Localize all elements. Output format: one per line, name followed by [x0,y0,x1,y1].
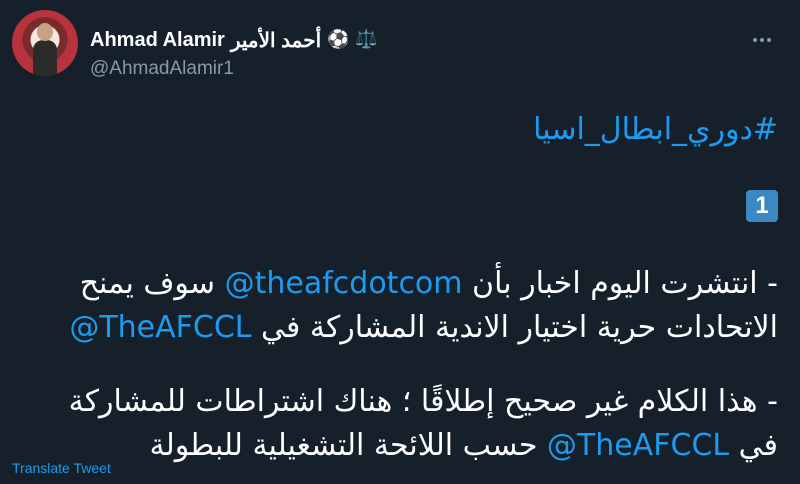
soccer-ball-icon: ⚽ [326,29,350,50]
display-name[interactable]: Ahmad Alamir [90,29,225,52]
text-segment: حسب اللائحة التشغيلية للبطولة [149,428,547,463]
mention-theafccl[interactable]: @TheAFCCL [69,310,251,345]
mention-theafccl[interactable]: @TheAFCCL [547,428,729,463]
number-one-badge: 1 [746,190,778,222]
user-handle[interactable]: @AhmadAlamir1 [90,58,234,80]
translate-tweet-link[interactable]: Translate Tweet [12,460,111,476]
tweet-paragraph-2-line-1: - هذا الكلام غير صحيح إطلاقًا ؛ هناك اشت… [68,384,778,419]
text-segment: سوف يمنح [79,266,225,301]
scales-icon: ⚖️ [354,29,378,50]
text-segment: - انتشرت اليوم اخبار بأن [462,266,778,301]
text-segment: الاتحادات حرية اختيار الاندية المشاركة ف… [251,310,778,345]
tweet-paragraph-1-line-2: الاتحادات حرية اختيار الاندية المشاركة ف… [18,306,778,350]
mention-theafcdotcom[interactable]: @theafcdotcom [225,266,463,301]
tweet-paragraph-1: - انتشرت اليوم اخبار بأن @theafcdotcom س… [18,262,778,350]
tweet-paragraph-2: - هذا الكلام غير صحيح إطلاقًا ؛ هناك اشت… [18,380,778,468]
hashtag-link[interactable]: #دوري_ابطال_اسيا [18,108,778,152]
avatar[interactable] [12,10,78,76]
display-name-arabic[interactable]: أحمد الأمير [231,28,321,53]
author-name-row[interactable]: Ahmad Alamir أحمد الأمير ⚽ ⚖️ [90,26,377,54]
tweet-paragraph-2-line-2: في @TheAFCCL حسب اللائحة التشغيلية للبطو… [18,424,778,468]
text-segment: في [729,428,778,463]
more-options-icon[interactable] [748,26,776,54]
tweet-paragraph-1-line-1: - انتشرت اليوم اخبار بأن @theafcdotcom س… [18,262,778,306]
